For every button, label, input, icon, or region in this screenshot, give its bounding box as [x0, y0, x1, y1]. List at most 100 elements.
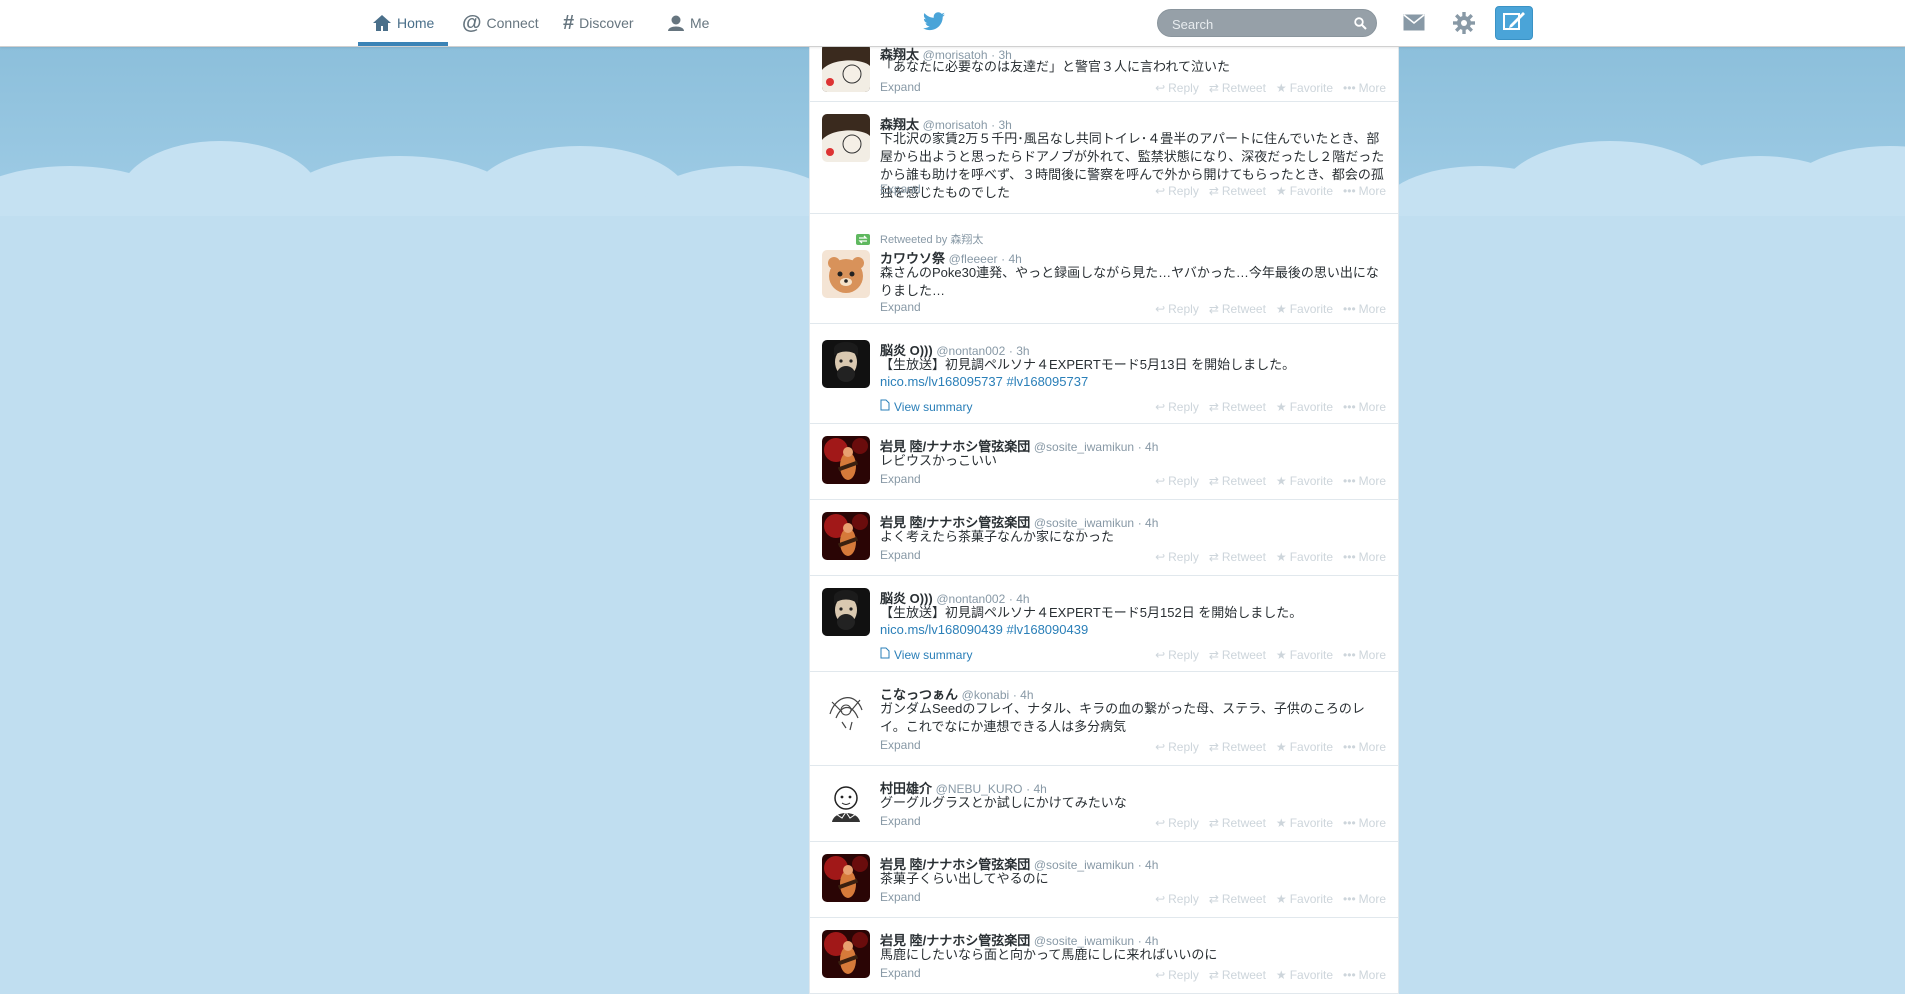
favorite-button[interactable]: ★ Favorite [1276, 81, 1333, 95]
twitter-bird-icon[interactable] [922, 12, 946, 37]
more-button[interactable]: ••• More [1343, 184, 1386, 198]
tweet-item[interactable]: 脳炎 O))) @nontan002 · 4h 【生放送】初見調ペルソナ４EXPE… [810, 576, 1398, 672]
nav-home[interactable]: Home [357, 0, 449, 46]
tweet-item[interactable]: 森翔太 @morisatoh · 3h 下北沢の家賃2万５千円･風呂なし共同トイ… [810, 102, 1398, 214]
tweet-item[interactable]: 岩見 陸/ナナホシ管弦楽団 @sosite_iwamikun · 4h レビウスか… [810, 424, 1398, 500]
tweet-expand-link[interactable]: Expand [880, 300, 921, 314]
more-button[interactable]: ••• More [1343, 968, 1386, 982]
reply-button[interactable]: ↩ Reply [1155, 892, 1199, 906]
tweet-expand-link[interactable]: Expand [880, 814, 921, 828]
avatar[interactable] [822, 340, 870, 388]
retweet-button[interactable]: ⇄ Retweet [1209, 81, 1266, 95]
more-button[interactable]: ••• More [1343, 400, 1386, 414]
tweet-url-link[interactable]: nico.ms/lv168095737 [880, 374, 1003, 389]
avatar[interactable] [822, 588, 870, 636]
retweet-button[interactable]: ⇄ Retweet [1209, 740, 1266, 754]
reply-button[interactable]: ↩ Reply [1155, 816, 1199, 830]
mail-icon[interactable] [1403, 14, 1425, 36]
top-navigation-bar: Home @ Connect # Discover Me [0, 0, 1905, 47]
tweet-expand-link[interactable]: Expand [880, 182, 921, 196]
reply-button[interactable]: ↩ Reply [1155, 550, 1199, 564]
retweet-button[interactable]: ⇄ Retweet [1209, 648, 1266, 662]
tweet-item[interactable]: 脳炎 O))) @nontan002 · 3h 【生放送】初見調ペルソナ４EXPE… [810, 328, 1398, 424]
retweeted-by-label[interactable]: Retweeted by 森翔太 [880, 231, 983, 247]
tweet-item[interactable]: Retweeted by 森翔太 カワウソ祭 @fleeeer · 4h 森さん… [810, 214, 1398, 324]
avatar[interactable] [822, 854, 870, 902]
favorite-button[interactable]: ★ Favorite [1276, 816, 1333, 830]
retweet-button[interactable]: ⇄ Retweet [1209, 400, 1266, 414]
tweet-expand-link[interactable]: Expand [880, 890, 921, 904]
more-button[interactable]: ••• More [1343, 648, 1386, 662]
tweet-expand-link[interactable]: Expand [880, 548, 921, 562]
tweet-item[interactable]: 岩見 陸/ナナホシ管弦楽団 @sosite_iwamikun · 4h よく考えた… [810, 500, 1398, 576]
retweet-button[interactable]: ⇄ Retweet [1209, 474, 1266, 488]
more-button[interactable]: ••• More [1343, 892, 1386, 906]
reply-button[interactable]: ↩ Reply [1155, 400, 1199, 414]
more-button[interactable]: ••• More [1343, 474, 1386, 488]
view-summary-link[interactable]: View summary [880, 399, 972, 414]
more-button[interactable]: ••• More [1343, 740, 1386, 754]
tweet-expand-link[interactable]: Expand [880, 738, 921, 752]
favorite-button[interactable]: ★ Favorite [1276, 400, 1333, 414]
reply-icon: ↩ [1155, 968, 1166, 982]
avatar[interactable] [822, 436, 870, 484]
tweet-url-link[interactable]: nico.ms/lv168090439 [880, 622, 1003, 637]
tweet-hashtag-link[interactable]: #lv168090439 [1006, 622, 1088, 637]
retweet-icon: ⇄ [1208, 474, 1219, 488]
retweet-button[interactable]: ⇄ Retweet [1209, 968, 1266, 982]
favorite-button[interactable]: ★ Favorite [1276, 740, 1333, 754]
reply-button[interactable]: ↩ Reply [1155, 302, 1199, 316]
tweet-item[interactable]: 岩見 陸/ナナホシ管弦楽団 @sosite_iwamikun · 4h 茶菓子くら… [810, 842, 1398, 918]
me-icon [667, 14, 685, 32]
avatar[interactable] [822, 114, 870, 162]
reply-button[interactable]: ↩ Reply [1155, 474, 1199, 488]
tweet-item[interactable]: 岩見 陸/ナナホシ管弦楽団 @sosite_iwamikun · 4h 馬鹿にした… [810, 918, 1398, 994]
tweet-text: レビウスかっこいい [880, 453, 998, 468]
avatar[interactable] [822, 250, 870, 298]
compose-tweet-button[interactable] [1495, 6, 1533, 40]
tweet-item[interactable]: 森翔太 @morisatoh · 3h 「あなたに必要なのは友達だ」と警官３人に… [810, 46, 1398, 102]
gear-icon[interactable] [1452, 11, 1476, 40]
view-summary-link[interactable]: View summary [880, 647, 972, 662]
favorite-button[interactable]: ★ Favorite [1276, 892, 1333, 906]
reply-button[interactable]: ↩ Reply [1155, 81, 1199, 95]
tweet-item[interactable]: 村田雄介 @NEBU_KURO · 4h グーグルグラスとか試しにかけてみたいな E… [810, 766, 1398, 842]
retweet-button[interactable]: ⇄ Retweet [1209, 302, 1266, 316]
avatar[interactable] [822, 46, 870, 92]
more-button[interactable]: ••• More [1343, 816, 1386, 830]
favorite-button[interactable]: ★ Favorite [1276, 968, 1333, 982]
reply-button[interactable]: ↩ Reply [1155, 648, 1199, 662]
tweet-expand-link[interactable]: Expand [880, 966, 921, 980]
favorite-button[interactable]: ★ Favorite [1276, 550, 1333, 564]
tweet-hashtag-link[interactable]: #lv168095737 [1006, 374, 1088, 389]
nav-discover[interactable]: # Discover [563, 0, 634, 46]
retweet-button[interactable]: ⇄ Retweet [1209, 550, 1266, 564]
reply-button[interactable]: ↩ Reply [1155, 968, 1199, 982]
tweet-expand-link[interactable]: Expand [880, 472, 921, 486]
retweet-button[interactable]: ⇄ Retweet [1209, 816, 1266, 830]
avatar[interactable] [822, 684, 870, 732]
favorite-button[interactable]: ★ Favorite [1276, 474, 1333, 488]
nav-connect[interactable]: @ Connect [462, 0, 539, 46]
favorite-button[interactable]: ★ Favorite [1276, 184, 1333, 198]
more-button[interactable]: ••• More [1343, 302, 1386, 316]
tweet-item[interactable]: こなっつぁん @konabi · 4h ガンダムSeedのフレイ、ナタル、キラの血… [810, 672, 1398, 766]
reply-button[interactable]: ↩ Reply [1155, 740, 1199, 754]
tweet-text: 茶菓子くらい出してやるのに [880, 871, 1049, 886]
tweet-expand-link[interactable]: Expand [880, 80, 921, 94]
more-dots-icon: ••• [1343, 474, 1356, 488]
favorite-button[interactable]: ★ Favorite [1276, 648, 1333, 662]
retweet-button[interactable]: ⇄ Retweet [1209, 892, 1266, 906]
more-button[interactable]: ••• More [1343, 550, 1386, 564]
retweet-button[interactable]: ⇄ Retweet [1209, 184, 1266, 198]
avatar[interactable] [822, 930, 870, 978]
star-icon: ★ [1275, 892, 1287, 906]
avatar[interactable] [822, 778, 870, 826]
favorite-button[interactable]: ★ Favorite [1276, 302, 1333, 316]
nav-me[interactable]: Me [667, 0, 709, 46]
avatar[interactable] [822, 512, 870, 560]
reply-button[interactable]: ↩ Reply [1155, 184, 1199, 198]
search-icon[interactable] [1354, 17, 1367, 35]
more-button[interactable]: ••• More [1343, 81, 1386, 95]
search-input[interactable] [1170, 14, 1354, 34]
